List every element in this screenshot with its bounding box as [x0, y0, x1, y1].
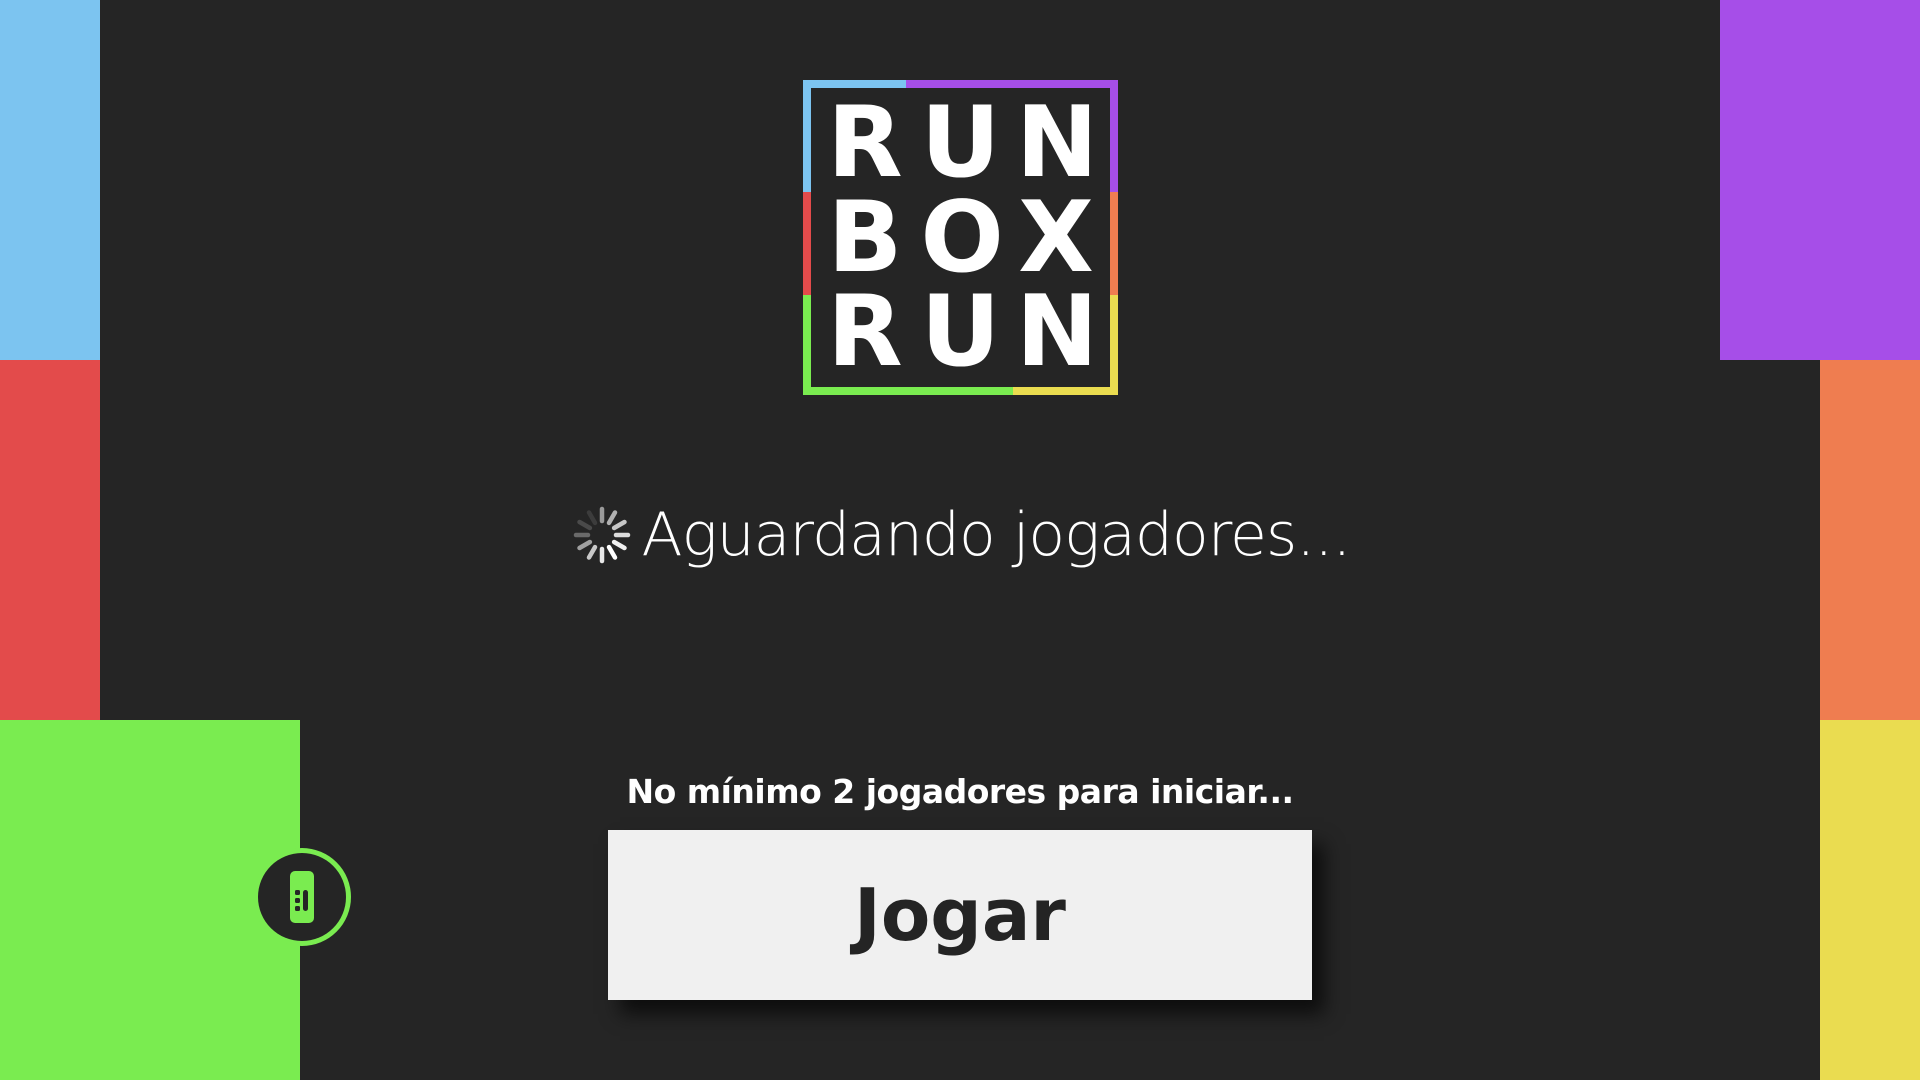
logo-row-1: R U N: [825, 86, 1099, 201]
logo-frame-left-blue: [803, 80, 811, 192]
logo-letter: R: [827, 86, 903, 201]
game-logo: R U N B O X R U N: [803, 80, 1118, 395]
remote-badge[interactable]: [258, 853, 346, 941]
logo-letter: N: [1016, 274, 1099, 389]
logo-letter: X: [1018, 180, 1094, 295]
logo-text: R U N B O X R U N: [811, 88, 1110, 387]
waiting-text: Aguardando jogadores...: [641, 500, 1352, 570]
waiting-status: Aguardando jogadores...: [0, 500, 1920, 570]
logo-row-3: R U N: [825, 274, 1099, 389]
logo-frame-left-green: [803, 295, 811, 395]
logo-row-2: B O X: [825, 180, 1096, 295]
logo-letter: R: [827, 274, 903, 389]
tv-remote-icon: [290, 871, 314, 923]
logo-letter: N: [1016, 86, 1099, 201]
logo-frame-left-red: [803, 192, 811, 295]
logo-letter: U: [920, 274, 1001, 389]
logo-letter: B: [827, 180, 903, 295]
logo-frame-right-purple: [1110, 80, 1118, 192]
logo-frame-right-yellow: [1110, 295, 1118, 395]
loading-spinner-icon: [573, 506, 630, 564]
logo-letter: U: [920, 86, 1001, 201]
corner-block-purple: [1720, 0, 1920, 360]
corner-block-blue: [0, 0, 100, 360]
logo-frame-right-orange: [1110, 192, 1118, 295]
play-button[interactable]: Jogar: [608, 830, 1312, 1000]
logo-letter: O: [920, 180, 1004, 295]
min-players-notice: No mínimo 2 jogadores para iniciar...: [626, 772, 1294, 811]
